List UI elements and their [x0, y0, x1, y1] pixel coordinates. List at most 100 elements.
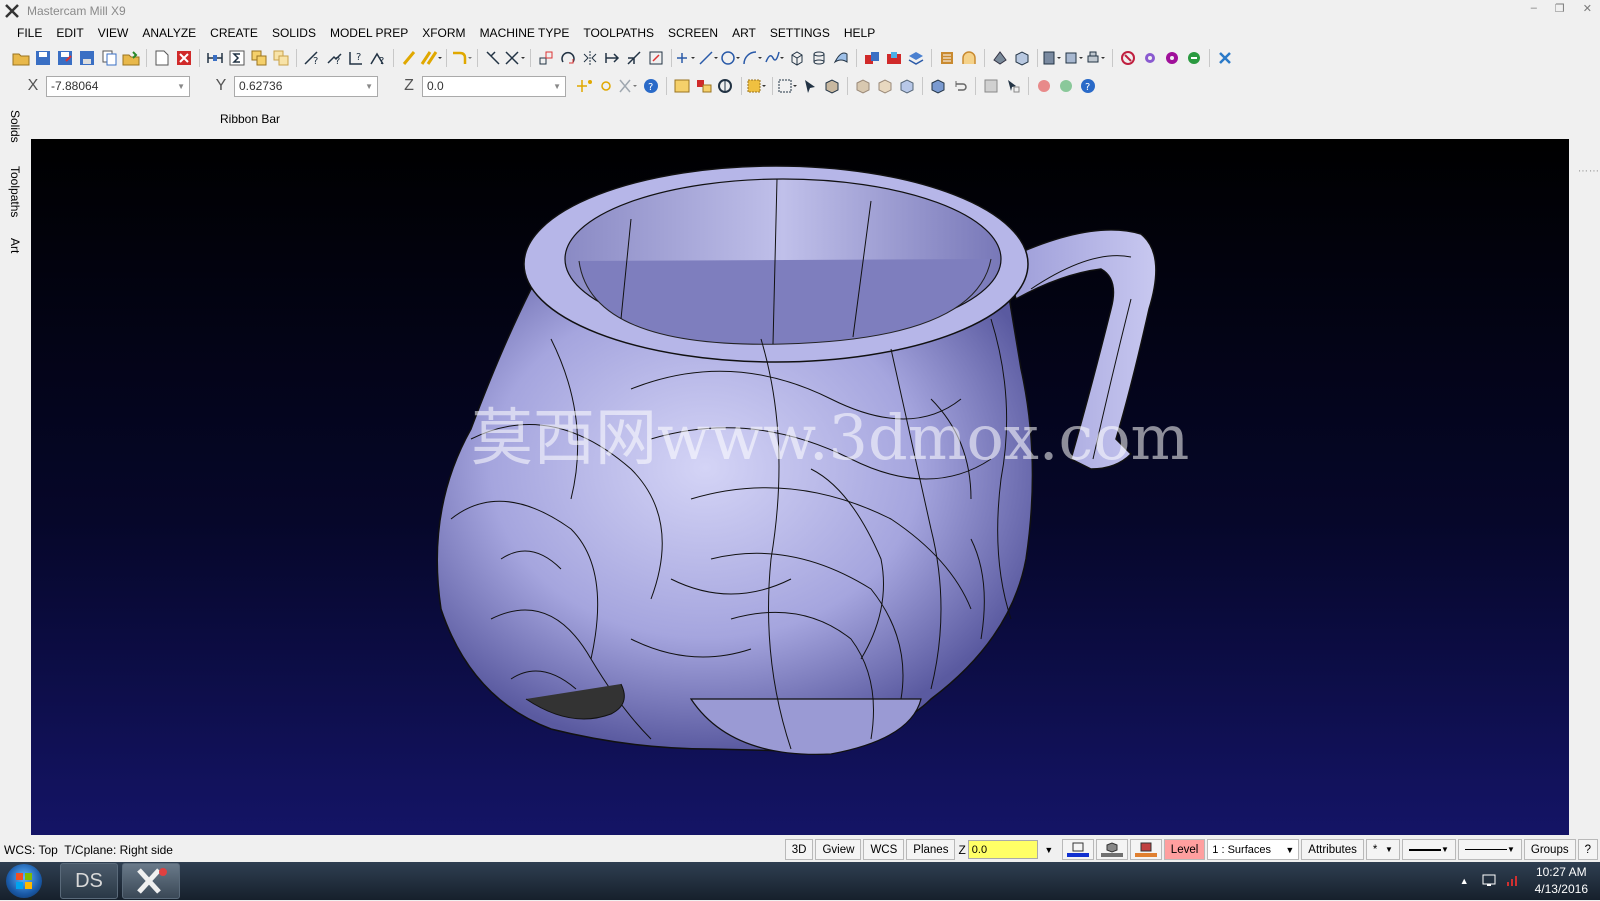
menu-edit[interactable]: EDIT	[49, 26, 90, 40]
level-dropdown[interactable]: 1 : Surfaces ▼	[1207, 839, 1300, 860]
stretch-icon[interactable]	[645, 47, 667, 69]
translate-icon[interactable]	[535, 47, 557, 69]
offset-icon[interactable]	[601, 47, 623, 69]
select-last-icon[interactable]	[1002, 75, 1024, 97]
show-hidden-icons-icon[interactable]: ▲	[1460, 876, 1469, 886]
save-some-icon[interactable]	[76, 47, 98, 69]
operations-list-icon[interactable]	[936, 47, 958, 69]
analyze-distance-icon[interactable]: ?	[301, 47, 323, 69]
red-stop-icon[interactable]	[1033, 75, 1055, 97]
line-yellow-icon[interactable]	[398, 47, 420, 69]
verify-icon[interactable]	[989, 47, 1011, 69]
paste-entities-icon[interactable]	[270, 47, 292, 69]
tab-toolpaths[interactable]: Toolpaths	[8, 166, 22, 217]
create-cylinder-icon[interactable]	[808, 47, 830, 69]
restore-button[interactable]: ❐	[1555, 2, 1565, 15]
groups-button[interactable]: Groups	[1523, 839, 1576, 860]
analyze-entity-icon[interactable]	[204, 47, 226, 69]
create-line-icon[interactable]	[698, 47, 720, 69]
line-parallel-icon[interactable]	[420, 47, 442, 69]
green-ok-icon[interactable]	[1055, 75, 1077, 97]
verify-selection-icon[interactable]	[980, 75, 1002, 97]
line-width-dropdown[interactable]: ▼	[1457, 839, 1522, 860]
art-icon[interactable]	[1117, 47, 1139, 69]
chevron-down-icon[interactable]: ▼	[1038, 839, 1060, 861]
create-arc-icon[interactable]	[742, 47, 764, 69]
undo-select-icon[interactable]	[949, 75, 971, 97]
create-circle-icon[interactable]	[720, 47, 742, 69]
solid-extrude-icon[interactable]	[861, 47, 883, 69]
help-blue-icon[interactable]: ?	[1077, 75, 1099, 97]
select-only-icon[interactable]	[693, 75, 715, 97]
analyze-contour-icon[interactable]: ?	[367, 47, 389, 69]
sum-icon[interactable]	[226, 47, 248, 69]
machine-icon[interactable]	[1042, 47, 1064, 69]
menu-view[interactable]: VIEW	[91, 26, 136, 40]
network-icon[interactable]	[1481, 872, 1497, 891]
tab-solids[interactable]: Solids	[8, 110, 22, 143]
select-all-icon[interactable]	[671, 75, 693, 97]
help-icon[interactable]: ?	[640, 75, 662, 97]
chevron-down-icon[interactable]: ▼	[1285, 845, 1294, 855]
z-depth-field[interactable]: 0.0	[967, 840, 1038, 859]
post-icon[interactable]	[1086, 47, 1108, 69]
window-select-icon[interactable]	[746, 75, 768, 97]
solid-layers-icon[interactable]	[905, 47, 927, 69]
scale-icon[interactable]	[623, 47, 645, 69]
planes-button[interactable]: Planes	[906, 839, 956, 860]
select-back-icon[interactable]	[927, 75, 949, 97]
rotate-icon[interactable]	[557, 47, 579, 69]
snap-options-icon[interactable]	[618, 75, 640, 97]
wcs-button[interactable]: WCS	[863, 839, 905, 860]
attributes-button[interactable]: Attributes	[1301, 839, 1364, 860]
green-refresh-icon[interactable]	[1183, 47, 1205, 69]
color-blue-swatch[interactable]	[1061, 839, 1094, 860]
simulate-icon[interactable]	[1011, 47, 1033, 69]
select-body-icon[interactable]	[852, 75, 874, 97]
create-surface-icon[interactable]	[830, 47, 852, 69]
menu-toolpaths[interactable]: TOOLPATHS	[576, 26, 661, 40]
chevron-down-icon[interactable]: ▼	[177, 82, 185, 91]
start-button[interactable]	[6, 864, 42, 898]
new-file-icon[interactable]	[151, 47, 173, 69]
3d-toggle-button[interactable]: 3D	[784, 839, 814, 860]
rotate-view-icon[interactable]	[715, 75, 737, 97]
gview-button[interactable]: Gview	[815, 839, 862, 860]
status-help-button[interactable]: ?	[1577, 839, 1598, 860]
fast-point-icon[interactable]	[574, 75, 596, 97]
trim-icon[interactable]	[482, 47, 504, 69]
save-as-icon[interactable]	[54, 47, 76, 69]
create-box-icon[interactable]	[786, 47, 808, 69]
solid-select-icon[interactable]	[821, 75, 843, 97]
menu-solids[interactable]: SOLIDS	[265, 26, 323, 40]
graphics-viewport[interactable]: 莫西网www.3dmox.com	[31, 139, 1569, 835]
z-coordinate-field[interactable]: 0.0 ▼	[422, 75, 566, 97]
pointer-icon[interactable]	[799, 75, 821, 97]
tab-art[interactable]: Art	[8, 238, 22, 253]
gear-purple-icon[interactable]	[1139, 47, 1161, 69]
menu-art[interactable]: ART	[725, 26, 763, 40]
level-button[interactable]: Level	[1163, 839, 1206, 860]
close-window-button[interactable]: ✕	[1583, 2, 1592, 15]
stock-icon[interactable]	[1064, 47, 1086, 69]
mirror-icon[interactable]	[579, 47, 601, 69]
copy-file-icon[interactable]	[98, 47, 120, 69]
menu-screen[interactable]: SCREEN	[661, 26, 725, 40]
select-edge-icon[interactable]	[896, 75, 918, 97]
clock[interactable]: 10:27 AM 4/13/2016	[1535, 864, 1588, 898]
fillet-icon[interactable]	[451, 47, 473, 69]
y-coordinate-field[interactable]: 0.62736 ▼	[234, 75, 378, 97]
chevron-down-icon[interactable]: ▼	[1507, 845, 1515, 854]
menu-xform[interactable]: XFORM	[415, 26, 472, 40]
taskbar-ds-app[interactable]: DS	[60, 863, 118, 899]
menu-model-prep[interactable]: MODEL PREP	[323, 26, 415, 40]
chevron-down-icon[interactable]: ▼	[365, 82, 373, 91]
solid-revolve-icon[interactable]	[883, 47, 905, 69]
chevron-down-icon[interactable]: ▼	[553, 82, 561, 91]
save-icon[interactable]	[32, 47, 54, 69]
delete-icon[interactable]	[173, 47, 195, 69]
signal-icon[interactable]	[1505, 872, 1521, 891]
menu-machine-type[interactable]: MACHINE TYPE	[473, 26, 577, 40]
select-face-icon[interactable]	[874, 75, 896, 97]
merge-icon[interactable]	[120, 47, 142, 69]
